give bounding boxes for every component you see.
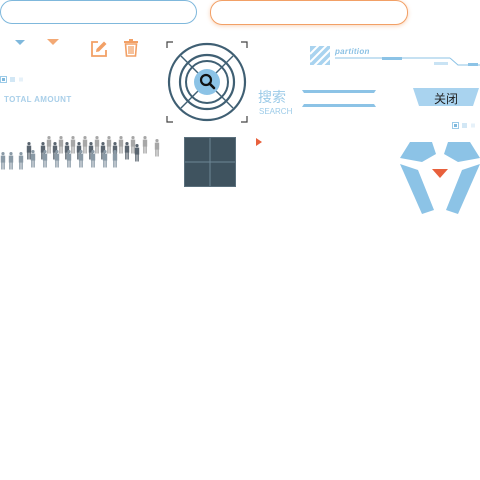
search-input-orange[interactable] [210, 0, 408, 25]
search-input-blue[interactable] [0, 0, 197, 24]
search-en-label: SEARCH [259, 107, 293, 116]
total-amount-label: TOTAL AMOUNT [4, 95, 72, 104]
decor-dots-left-icon [0, 76, 23, 83]
search-cn-label: 搜索 [258, 89, 286, 105]
close-button-label: 关闭 [433, 92, 458, 106]
trash-icon[interactable] [123, 39, 139, 57]
search-lines-decor-icon [302, 90, 376, 107]
dark-tile [184, 137, 236, 187]
people-crowd-icon [0, 136, 160, 170]
dropdown-arrow-icon[interactable] [14, 39, 26, 47]
partition-label: partition [335, 47, 370, 56]
decor-dots-right-icon [452, 122, 475, 129]
shield-emblem-icon [400, 142, 480, 214]
arrow-right-icon[interactable] [255, 137, 263, 147]
close-button[interactable]: 关闭 [413, 88, 479, 106]
radar-search-icon[interactable] [165, 40, 249, 124]
dropdown-arrow-orange-icon[interactable] [46, 38, 60, 47]
edit-icon[interactable] [90, 40, 108, 58]
